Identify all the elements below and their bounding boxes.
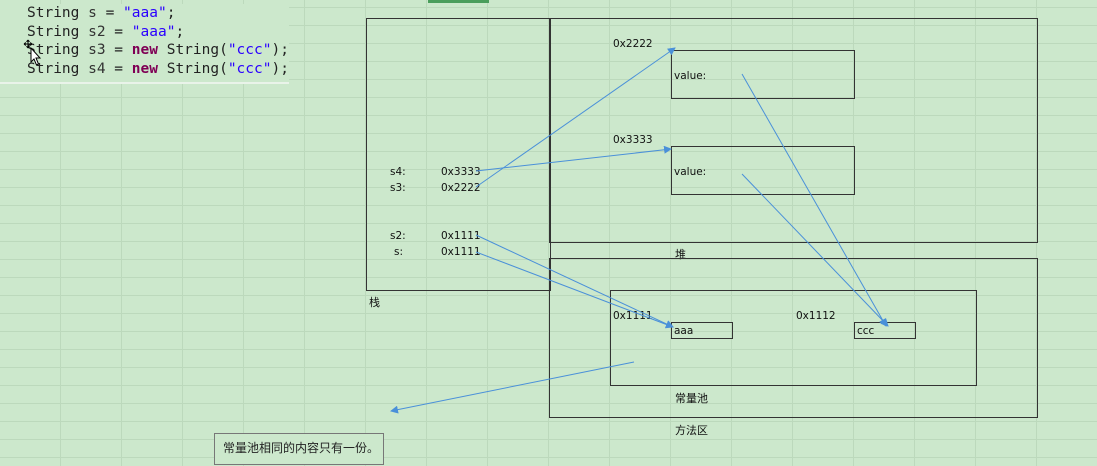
arrow-heap1-to-ccc: [741, 73, 887, 327]
arrow-s3-to-heap: [475, 47, 676, 188]
arrow-s2-to-pool: [475, 234, 674, 328]
arrow-heap2-to-ccc: [741, 173, 889, 327]
arrow-s4-to-heap: [475, 145, 672, 172]
reference-arrows: [390, 47, 889, 414]
arrow-pool-to-note: [390, 361, 635, 414]
arrow-s-to-pool: [475, 251, 674, 329]
